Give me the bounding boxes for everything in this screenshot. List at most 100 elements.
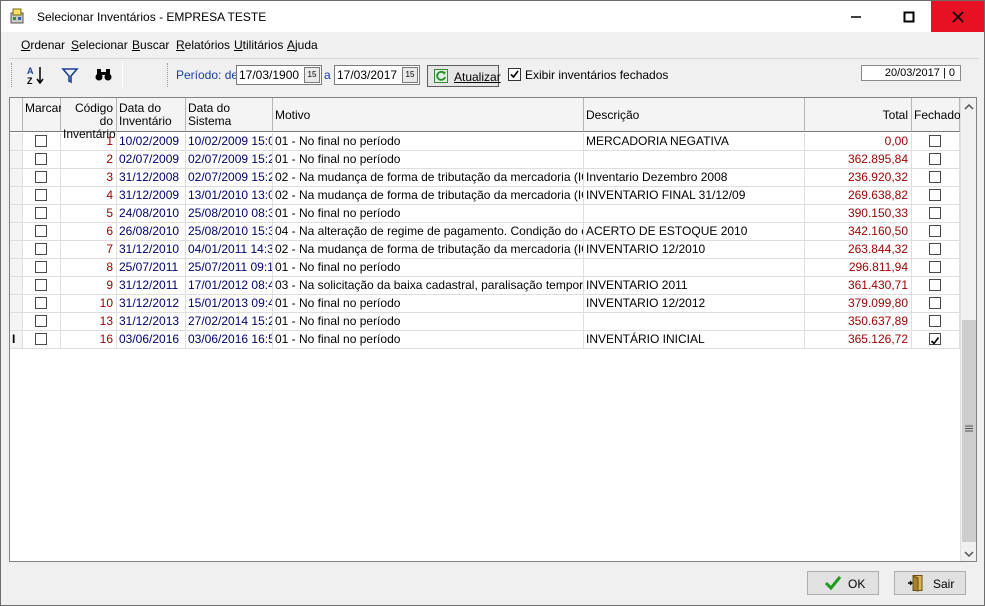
scroll-thumb[interactable] — [962, 320, 976, 542]
table-row[interactable]: I 16 03/06/2016 03/06/2016 16:5 01 - No fina… — [10, 331, 960, 349]
fechado-cell[interactable] — [912, 187, 960, 205]
calendar-icon[interactable]: 15 — [402, 67, 418, 83]
table-row[interactable]: 13 31/12/2013 27/02/2014 15:2 01 - No final… — [10, 313, 960, 331]
menu-utilitarios[interactable]: Utilitários — [234, 38, 283, 52]
table-row[interactable]: 6 26/08/2010 25/08/2010 15:3 04 - Na altera… — [10, 223, 960, 241]
marcar-checkbox-cell[interactable] — [23, 151, 61, 169]
calendar-icon[interactable]: 15 — [304, 67, 320, 83]
fechado-cell[interactable] — [912, 133, 960, 151]
fechado-checkbox[interactable] — [929, 333, 941, 345]
fechado-checkbox[interactable] — [929, 153, 941, 165]
marcar-checkbox[interactable] — [35, 243, 47, 255]
col-codigo[interactable]: Código do Inventário — [61, 98, 117, 141]
marcar-checkbox[interactable] — [35, 261, 47, 273]
total-cell: 342.160,50 — [805, 223, 912, 241]
col-data[interactable]: Data do Inventário — [117, 98, 186, 132]
fechado-checkbox[interactable] — [929, 189, 941, 201]
exibir-fechados-label[interactable]: Exibir inventários fechados — [525, 68, 668, 82]
table-row[interactable]: 4 31/12/2009 13/01/2010 13:0 02 - Na mudanç… — [10, 187, 960, 205]
marcar-checkbox[interactable] — [35, 333, 47, 345]
marcar-checkbox[interactable] — [35, 297, 47, 309]
row-indicator-header — [10, 98, 23, 132]
sort-button[interactable]: A Z — [25, 64, 49, 86]
marcar-checkbox[interactable] — [35, 171, 47, 183]
marcar-checkbox-cell[interactable] — [23, 187, 61, 205]
table-row[interactable]: 5 24/08/2010 25/08/2010 08:3 01 - No final … — [10, 205, 960, 223]
fechado-cell[interactable] — [912, 313, 960, 331]
fechado-cell[interactable] — [912, 331, 960, 349]
fechado-checkbox[interactable] — [929, 315, 941, 327]
col-descricao[interactable]: Descrição — [584, 98, 805, 132]
atualizar-button[interactable]: Atualizar — [427, 65, 501, 87]
marcar-checkbox-cell[interactable] — [23, 133, 61, 151]
maximize-button[interactable] — [886, 1, 932, 32]
close-button[interactable] — [931, 1, 984, 32]
codigo-cell: 9 — [61, 277, 117, 295]
fechado-cell[interactable] — [912, 241, 960, 259]
menu-ordenar[interactable]: Ordenar — [21, 38, 65, 52]
fechado-cell[interactable] — [912, 169, 960, 187]
table-row[interactable]: 9 31/12/2011 17/01/2012 08:4 03 - Na solici… — [10, 277, 960, 295]
marcar-checkbox[interactable] — [35, 189, 47, 201]
menu-buscar[interactable]: Buscar — [132, 38, 169, 52]
fechado-checkbox[interactable] — [929, 279, 941, 291]
inventory-grid: Marcar Código do Inventário Data do Invent… — [9, 97, 977, 562]
exibir-fechados-checkbox[interactable] — [508, 68, 521, 81]
col-total[interactable]: Total — [805, 98, 912, 132]
col-fechado[interactable]: Fechado — [912, 98, 961, 132]
periodo-label: Período: de — [176, 68, 239, 82]
search-button[interactable] — [93, 64, 117, 86]
col-sistema[interactable]: Data do Sistema — [186, 98, 273, 132]
marcar-checkbox-cell[interactable] — [23, 169, 61, 187]
fechado-cell[interactable] — [912, 151, 960, 169]
atualizar-label: Atualizar — [454, 70, 501, 84]
fechado-checkbox[interactable] — [929, 135, 941, 147]
marcar-checkbox[interactable] — [35, 207, 47, 219]
from-date-input[interactable]: 17/03/1900 15 — [236, 65, 322, 85]
table-row[interactable]: 10 31/12/2012 15/01/2013 09:4 01 - No final… — [10, 295, 960, 313]
fechado-checkbox[interactable] — [929, 207, 941, 219]
minimize-button[interactable] — [833, 1, 879, 32]
filter-button[interactable] — [59, 64, 83, 86]
fechado-checkbox[interactable] — [929, 171, 941, 183]
vertical-scrollbar[interactable] — [960, 98, 976, 561]
marcar-checkbox-cell[interactable] — [23, 241, 61, 259]
marcar-checkbox-cell[interactable] — [23, 223, 61, 241]
marcar-checkbox[interactable] — [35, 315, 47, 327]
menu-ajuda[interactable]: Ajuda — [287, 38, 318, 52]
fechado-checkbox[interactable] — [929, 261, 941, 273]
marcar-checkbox[interactable] — [35, 135, 47, 147]
table-row[interactable]: 8 25/07/2011 25/07/2011 09:1 01 - No final … — [10, 259, 960, 277]
to-date-input[interactable]: 17/03/2017 15 — [334, 65, 420, 85]
sair-button[interactable]: Sair — [894, 571, 966, 595]
table-row[interactable]: 3 31/12/2008 02/07/2009 15:2 02 - Na mudanç… — [10, 169, 960, 187]
table-row[interactable]: 1 10/02/2009 10/02/2009 15:0 01 - No final … — [10, 133, 960, 151]
marcar-checkbox-cell[interactable] — [23, 205, 61, 223]
fechado-cell[interactable] — [912, 259, 960, 277]
fechado-cell[interactable] — [912, 205, 960, 223]
marcar-checkbox-cell[interactable] — [23, 277, 61, 295]
table-row[interactable]: 2 02/07/2009 02/07/2009 15:2 01 - No final … — [10, 151, 960, 169]
col-marcar[interactable]: Marcar — [23, 98, 62, 132]
menu-relatorios[interactable]: Relatórios — [176, 38, 230, 52]
marcar-checkbox[interactable] — [35, 279, 47, 291]
ok-button[interactable]: OK — [807, 571, 879, 595]
fechado-checkbox[interactable] — [929, 243, 941, 255]
scroll-down-icon[interactable] — [964, 550, 974, 558]
marcar-checkbox-cell[interactable] — [23, 331, 61, 349]
fechado-cell[interactable] — [912, 295, 960, 313]
marcar-checkbox-cell[interactable] — [23, 259, 61, 277]
marcar-checkbox-cell[interactable] — [23, 313, 61, 331]
menu-selecionar[interactable]: Selecionar — [71, 38, 128, 52]
scroll-up-icon[interactable] — [964, 103, 974, 111]
descricao-cell — [584, 259, 805, 277]
fechado-cell[interactable] — [912, 223, 960, 241]
marcar-checkbox-cell[interactable] — [23, 295, 61, 313]
col-motivo[interactable]: Motivo — [273, 98, 584, 132]
marcar-checkbox[interactable] — [35, 225, 47, 237]
table-row[interactable]: 7 31/12/2010 04/01/2011 14:3 02 - Na mudanç… — [10, 241, 960, 259]
fechado-checkbox[interactable] — [929, 225, 941, 237]
marcar-checkbox[interactable] — [35, 153, 47, 165]
fechado-checkbox[interactable] — [929, 297, 941, 309]
fechado-cell[interactable] — [912, 277, 960, 295]
